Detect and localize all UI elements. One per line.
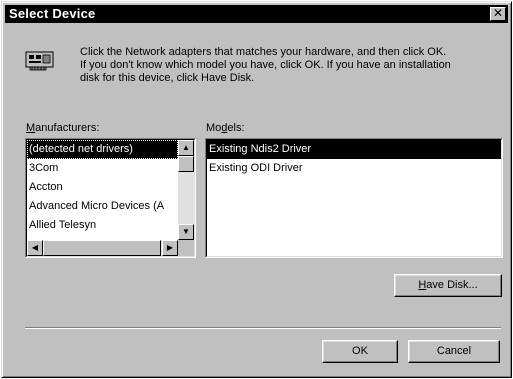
manufacturer-item[interactable]: Advanced Micro Devices (A	[27, 197, 178, 216]
arrow-up-icon: ▲	[182, 143, 190, 152]
manufacturer-item[interactable]: 3Com	[27, 159, 178, 178]
title-bar[interactable]: Select Device ✕	[5, 5, 508, 23]
instructions-line-1: Click the Network adapters that matches …	[80, 46, 447, 58]
models-listbox[interactable]: Existing Ndis2 Driver Existing ODI Drive…	[205, 138, 503, 258]
scrollbar-corner	[178, 240, 194, 256]
network-adapter-icon	[25, 51, 54, 71]
horizontal-scroll-thumb[interactable]	[43, 240, 161, 256]
model-item[interactable]: Existing Ndis2 Driver	[207, 140, 501, 159]
arrow-down-icon: ▼	[182, 227, 190, 236]
arrow-right-icon: ▶	[166, 243, 174, 252]
models-label: Models:	[206, 122, 245, 134]
cancel-button[interactable]: Cancel	[408, 340, 500, 363]
manufacturer-item[interactable]: Accton	[27, 178, 178, 197]
close-button[interactable]: ✕	[490, 7, 506, 21]
model-item[interactable]: Existing ODI Driver	[207, 159, 501, 178]
ok-button[interactable]: OK	[322, 340, 398, 363]
vertical-scroll-thumb[interactable]	[178, 156, 194, 172]
manufacturers-label: Manufacturers:	[26, 122, 100, 134]
instructions-line-2: If you don't know which model you have, …	[80, 59, 451, 71]
manufacturer-item[interactable]: Allied Telesyn	[27, 216, 178, 235]
manufacturers-vertical-scrollbar[interactable]: ▲ ▼	[178, 140, 194, 240]
instructions-text: Click the Network adapters that matches …	[80, 46, 505, 85]
arrow-left-icon: ◀	[31, 243, 39, 252]
manufacturers-horizontal-scrollbar[interactable]: ◀ ▶	[27, 240, 178, 256]
scroll-down-button[interactable]: ▼	[178, 224, 194, 240]
manufacturers-listbox[interactable]: (detected net drivers) 3Com Accton Advan…	[25, 138, 196, 258]
scroll-left-button[interactable]: ◀	[27, 240, 43, 256]
separator	[25, 327, 501, 329]
select-device-dialog: Select Device ✕ Click the Network adapte…	[1, 1, 512, 378]
have-disk-button[interactable]: Have Disk...	[394, 274, 502, 297]
scroll-up-button[interactable]: ▲	[178, 140, 194, 156]
close-icon: ✕	[492, 6, 504, 20]
window-title: Select Device	[9, 6, 96, 21]
instructions-line-3: disk for this device, click Have Disk.	[80, 72, 255, 84]
manufacturer-item[interactable]: (detected net drivers)	[27, 140, 178, 159]
scroll-right-button[interactable]: ▶	[162, 240, 178, 256]
